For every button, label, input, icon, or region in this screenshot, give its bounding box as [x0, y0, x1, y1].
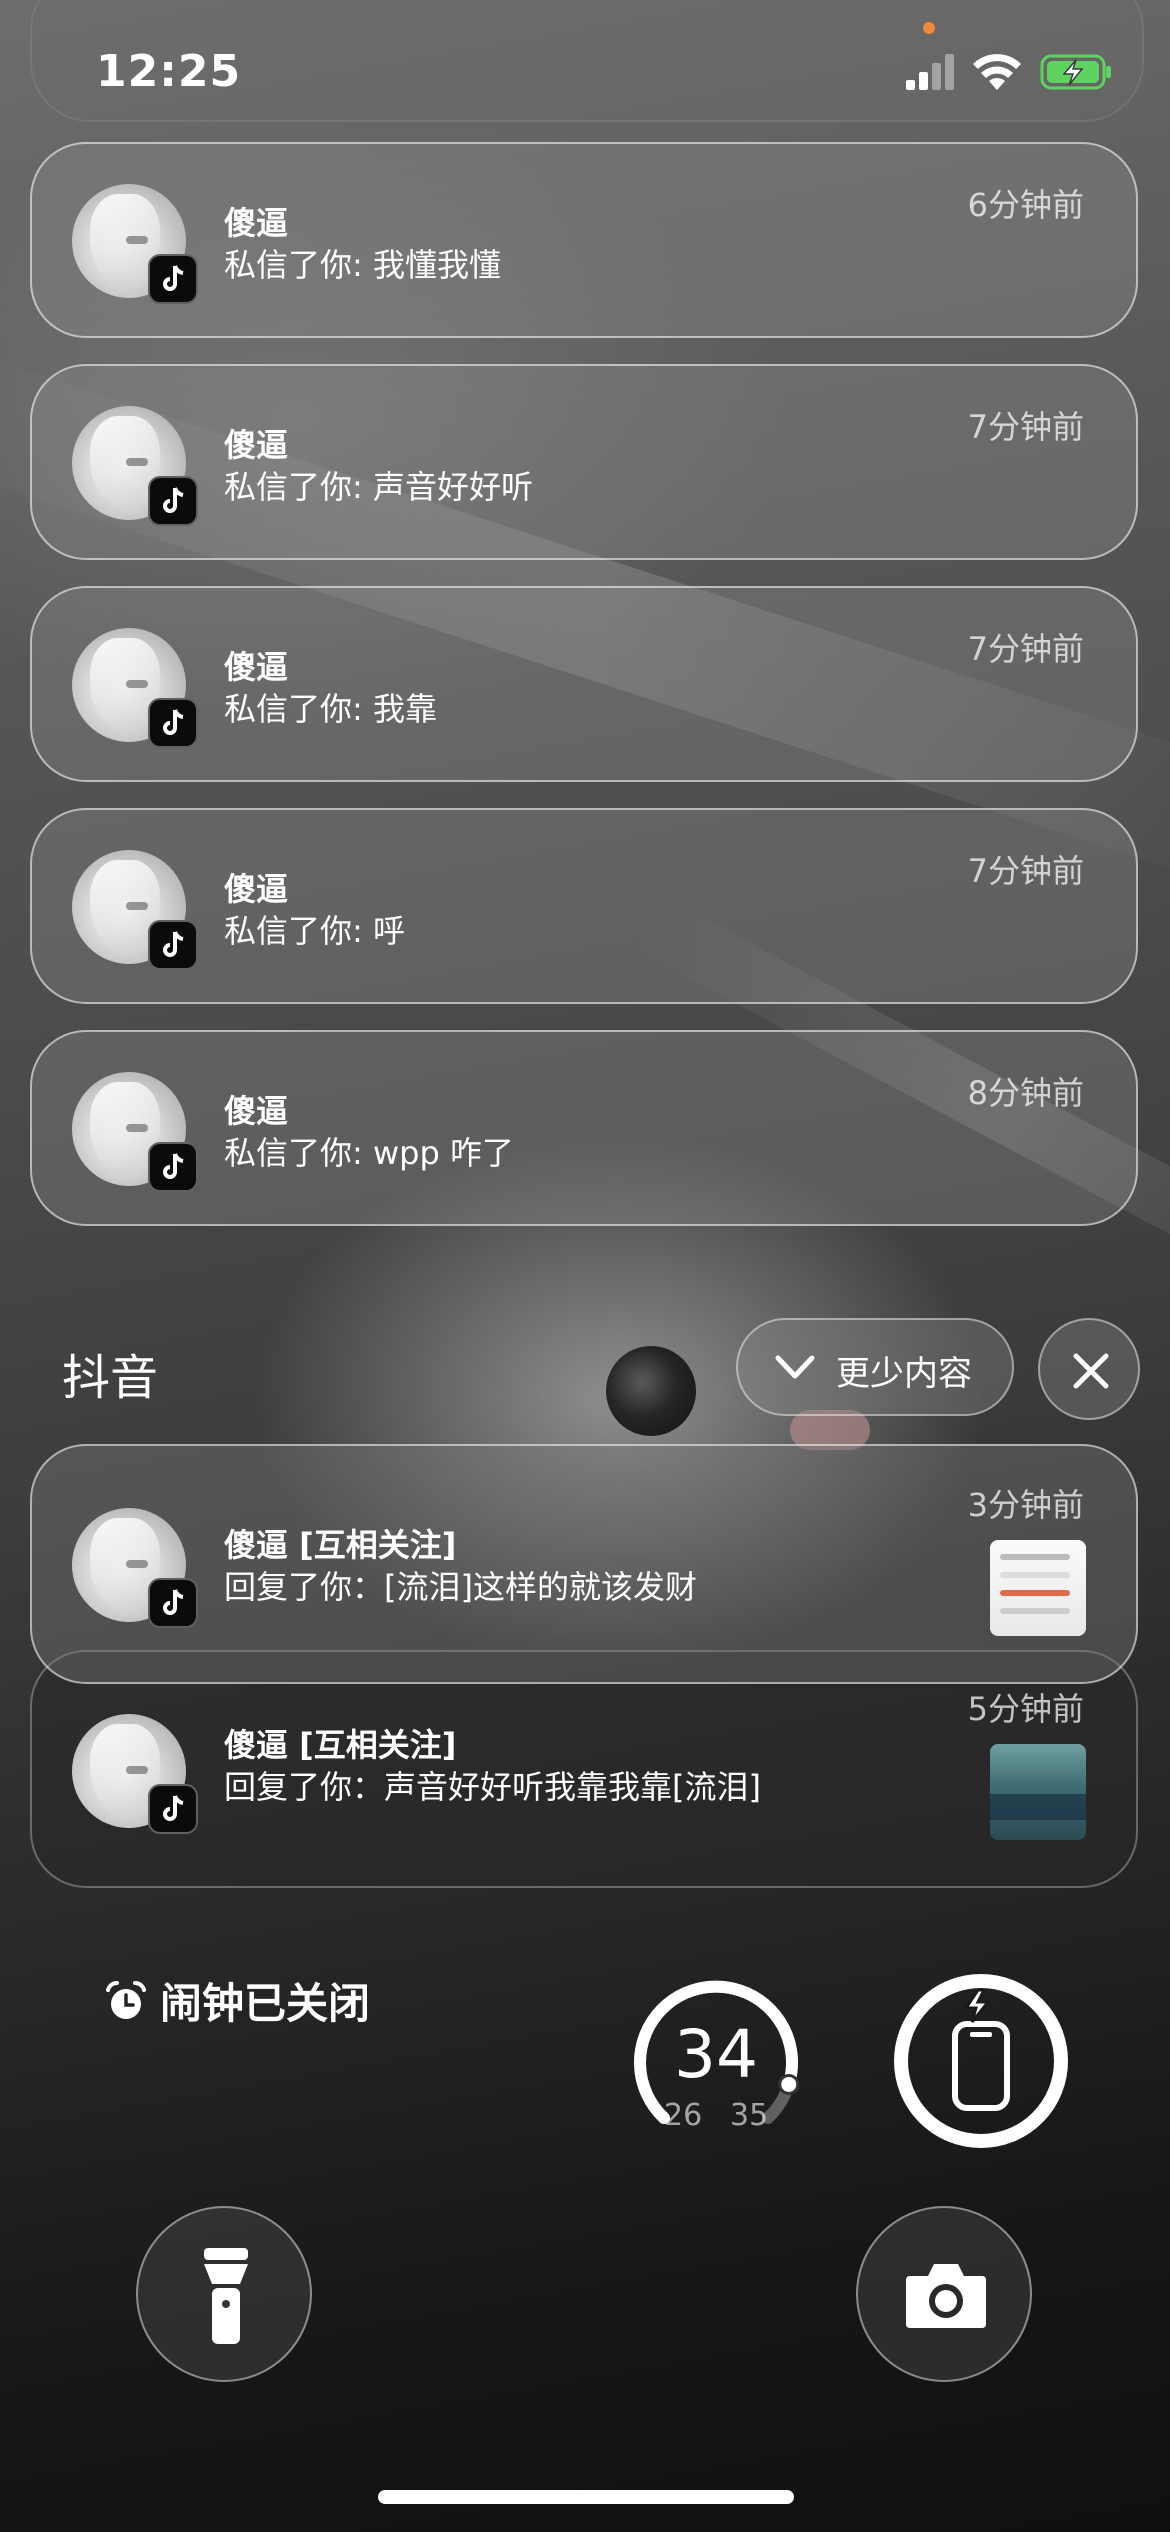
notification-thumbnail: [990, 1744, 1086, 1840]
notification-body: 私信了你: wpp 咋了: [224, 1134, 514, 1172]
notification-title: 傻逼 [互相关注]: [224, 1726, 457, 1764]
notification-group-title: 抖音: [62, 1350, 159, 1406]
notification-time: 7分钟前: [967, 408, 1084, 446]
wallpaper-cat-eye: [606, 1346, 696, 1436]
notification-title: 傻逼: [224, 1092, 289, 1130]
notification-time: 7分钟前: [967, 630, 1084, 668]
notification-time: 7分钟前: [967, 852, 1084, 890]
notification-card[interactable]: 傻逼 [互相关注] 回复了你：[流泪]这样的就该发财 3分钟前: [30, 1444, 1138, 1684]
notification-title: 傻逼: [224, 426, 289, 464]
tiktok-icon: [148, 1784, 198, 1834]
battery-charging-icon: [1040, 54, 1111, 90]
status-time: 12:25: [96, 46, 242, 97]
tiktok-icon: [148, 1578, 198, 1628]
alarm-clock-icon: [106, 1981, 146, 2019]
alarm-label: 闹钟已关闭: [160, 1979, 371, 2028]
lock-screen: 12:25 傻逼 私信了你: 我懂我懂 6分钟前 傻逼 私信了你: 声音好好听 …: [0, 0, 1170, 2532]
notification-title: 傻逼: [224, 870, 289, 908]
notification-time: 3分钟前: [967, 1486, 1084, 1524]
notification-card[interactable]: 傻逼 私信了你: 呼 7分钟前: [30, 808, 1138, 1004]
flashlight-icon: [204, 2248, 248, 2344]
notification-title: 傻逼 [互相关注]: [224, 1526, 457, 1564]
temperature-low: 26: [664, 2098, 703, 2133]
tiktok-icon: [148, 254, 198, 304]
notification-body: 私信了你: 我懂我懂: [224, 246, 501, 284]
notification-body: 回复了你：[流泪]这样的就该发财: [224, 1568, 697, 1606]
chevron-down-icon: [775, 1355, 815, 1379]
flashlight-button[interactable]: [136, 2206, 312, 2382]
show-less-button[interactable]: 更少内容: [736, 1318, 1014, 1416]
notification-body: 私信了你: 我靠: [224, 690, 437, 728]
notification-body: 回复了你：声音好好听我靠我靠[流泪]: [224, 1768, 761, 1806]
camera-button[interactable]: [856, 2206, 1032, 2382]
tiktok-icon: [148, 698, 198, 748]
tiktok-icon: [148, 1142, 198, 1192]
notification-card[interactable]: 傻逼 私信了你: 我懂我懂 6分钟前: [30, 142, 1138, 338]
battery-ring-widget[interactable]: [892, 1972, 1070, 2150]
show-less-label: 更少内容: [836, 1354, 972, 1394]
notification-time: 8分钟前: [967, 1074, 1084, 1112]
home-indicator[interactable]: [378, 2490, 794, 2504]
temperature-current: 34: [674, 2016, 758, 2093]
notification-card[interactable]: 傻逼 私信了你: 声音好好听 7分钟前: [30, 364, 1138, 560]
tiktok-icon: [148, 476, 198, 526]
notification-body: 私信了你: 声音好好听: [224, 468, 533, 506]
tiktok-icon: [148, 920, 198, 970]
notification-body: 私信了你: 呼: [224, 912, 405, 950]
cellular-signal-icon: [906, 54, 954, 90]
clear-group-button[interactable]: [1038, 1318, 1140, 1420]
alarm-widget[interactable]: 闹钟已关闭: [104, 1970, 370, 2031]
notification-title: 傻逼: [224, 648, 289, 686]
privacy-indicator: [923, 22, 935, 34]
camera-icon: [906, 2264, 986, 2328]
notification-thumbnail: [990, 1540, 1086, 1636]
temperature-high: 35: [730, 2098, 769, 2133]
wifi-icon: [973, 54, 1021, 90]
notification-time: 6分钟前: [967, 186, 1084, 224]
notification-card[interactable]: 傻逼 [互相关注] 回复了你：声音好好听我靠我靠[流泪] 5分钟前: [30, 1650, 1138, 1888]
close-icon: [1073, 1353, 1109, 1389]
notification-card[interactable]: 傻逼 私信了你: 我靠 7分钟前: [30, 586, 1138, 782]
notification-title: 傻逼: [224, 204, 289, 242]
notification-card[interactable]: 傻逼 私信了你: wpp 咋了 8分钟前: [30, 1030, 1138, 1226]
notification-time: 5分钟前: [967, 1690, 1084, 1728]
